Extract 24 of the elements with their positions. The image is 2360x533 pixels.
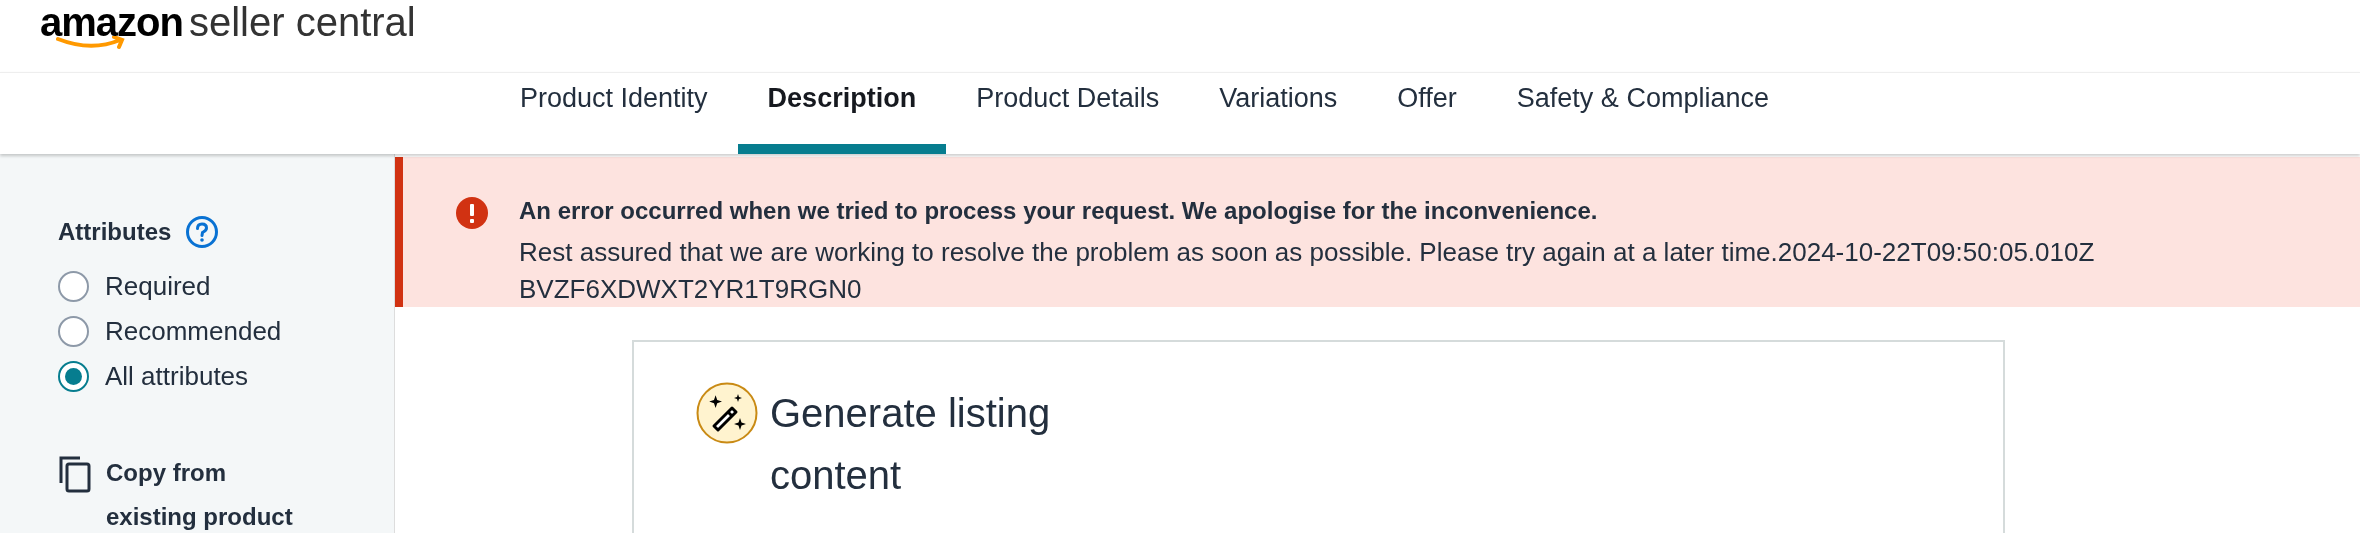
error-message: Rest assured that we are working to resolve the problem as soon as possible. Please try again at a later time.2024-10-22T09:50:05.010Z	[519, 236, 2095, 269]
copy-from-existing-link[interactable]: Copy from existing product	[106, 451, 318, 533]
card-title: Generate listing content	[770, 390, 1052, 499]
copy-icon[interactable]	[58, 455, 92, 493]
radio-label: Required	[105, 270, 211, 303]
tab[interactable]: Variations	[1189, 73, 1368, 154]
help-icon[interactable]	[185, 215, 220, 249]
radio-label: All attributes	[105, 360, 249, 393]
radio-button[interactable]	[58, 361, 89, 392]
tab[interactable]: Product Identity	[490, 73, 738, 154]
tab[interactable]: Safety & Compliance	[1486, 73, 1799, 154]
magic-wand-icon	[696, 382, 758, 444]
attributes-title: Attributes	[58, 217, 172, 247]
radio-button[interactable]	[58, 271, 89, 302]
logo-brand: amazon	[40, 2, 183, 42]
radio-label: Recommended	[105, 315, 282, 348]
error-title: An error occurred when we tried to process your request. We apologise for the inconvenience.	[519, 196, 1599, 226]
tab[interactable]: Product Details	[946, 73, 1190, 154]
radio-button[interactable]	[58, 316, 89, 347]
request-id: BVZF6XDWXT2YR1T9RGN0	[519, 273, 863, 306]
error-icon	[455, 196, 489, 230]
logo-product: seller central	[188, 2, 416, 42]
smile-icon	[56, 36, 126, 50]
tab[interactable]: Offer	[1367, 73, 1487, 154]
